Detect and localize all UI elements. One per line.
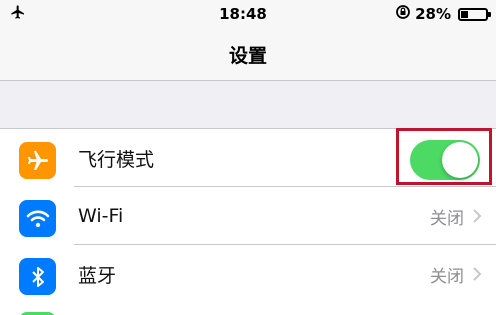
page-title: 设置 xyxy=(228,44,267,67)
chevron-right-icon xyxy=(472,266,482,286)
status-bar: 18:48 28% xyxy=(0,0,496,28)
status-time: 18:48 xyxy=(219,5,267,23)
toggle-knob[interactable] xyxy=(442,142,478,178)
wifi-icon xyxy=(19,200,56,237)
airplane-icon xyxy=(19,142,56,179)
settings-row-label: 蓝牙 xyxy=(78,264,117,287)
bluetooth-icon xyxy=(19,258,56,295)
rotation-lock-icon xyxy=(395,4,411,24)
status-left xyxy=(8,4,148,24)
settings-row-bluetooth[interactable]: 蓝牙 关闭 xyxy=(0,245,496,303)
airplane-mode-status-icon xyxy=(8,4,28,24)
settings-row-wifi[interactable]: Wi-Fi 关闭 xyxy=(0,187,496,245)
battery-percent: 28% xyxy=(415,5,451,23)
airplane-mode-toggle[interactable] xyxy=(410,140,480,180)
status-right: 28% xyxy=(338,4,491,24)
settings-row-value: 关闭 xyxy=(430,208,464,229)
settings-row-value: 关闭 xyxy=(430,266,464,287)
settings-row-label: Wi-Fi xyxy=(78,205,124,227)
chevron-right-icon xyxy=(472,208,482,228)
battery-icon xyxy=(458,7,491,21)
settings-row-partial xyxy=(0,302,496,315)
settings-row-label: 飞行模式 xyxy=(78,148,155,171)
navigation-bar: 设置 xyxy=(0,28,496,81)
battery-level-fill xyxy=(461,10,468,18)
